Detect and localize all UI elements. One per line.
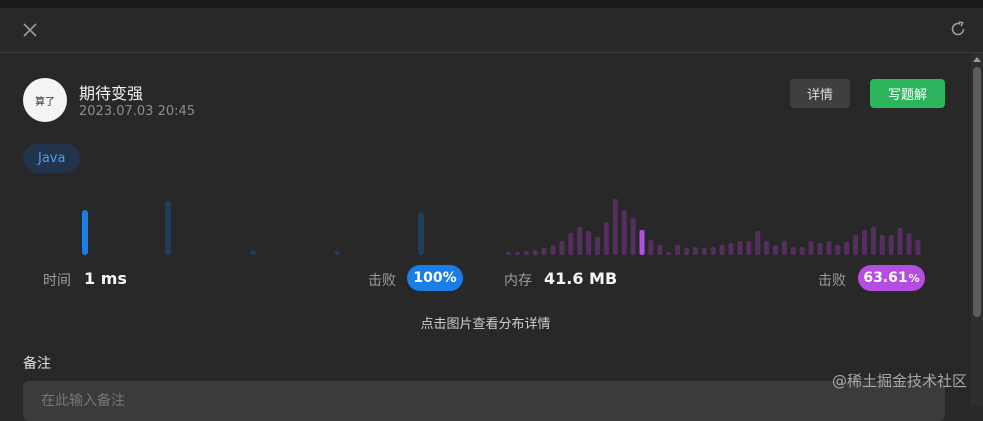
memory-beat-value: 63.61 [863,270,908,286]
username: 期待变强 [79,84,144,103]
memory-bar[interactable] [862,230,867,255]
memory-bar[interactable] [764,241,770,255]
memory-bar[interactable] [790,247,796,255]
notes-input[interactable] [23,381,945,421]
memory-bar[interactable] [773,245,778,255]
memory-bar[interactable] [568,233,574,255]
memory-bar[interactable] [701,248,707,255]
memory-bar[interactable] [675,245,681,255]
memory-beat-label: 击败 [818,273,846,289]
runtime-bar[interactable] [82,210,88,255]
memory-distribution-chart[interactable] [500,190,930,256]
memory-bar[interactable] [781,241,787,255]
memory-bar[interactable] [586,231,592,255]
memory-bar[interactable] [879,235,885,255]
memory-beat-unit: % [908,271,920,285]
memory-beat-badge: 63.61% [858,265,925,291]
memory-bar[interactable] [559,241,565,255]
memory-bar[interactable] [844,242,850,255]
memory-bar[interactable] [630,218,636,255]
memory-bar[interactable] [737,241,743,255]
memory-bar[interactable] [719,245,725,255]
memory-bar[interactable] [906,233,912,255]
memory-bar[interactable] [595,237,600,255]
scrollbar[interactable] [971,53,983,406]
runtime-label: 时间 [43,273,71,289]
memory-bar[interactable] [639,230,645,255]
runtime-bar[interactable] [418,212,424,255]
memory-bar[interactable] [577,227,583,255]
watermark: @稀土掘金技术社区 [831,372,967,390]
memory-bar[interactable] [728,243,734,255]
runtime-bar[interactable] [165,201,171,255]
memory-bar[interactable] [692,247,698,255]
submission-timestamp: 2023.07.03 20:45 [79,104,196,119]
memory-bar[interactable] [514,252,520,255]
memory-bar[interactable] [817,243,823,255]
language-tag: Java [23,144,81,173]
memory-label: 内存 [504,273,532,289]
memory-value: 41.6 MB [544,269,618,288]
detail-button[interactable]: 详情 [790,79,850,108]
memory-bar[interactable] [746,241,752,255]
memory-bar[interactable] [799,247,805,255]
memory-bar[interactable] [523,251,529,255]
runtime-distribution-chart[interactable] [40,190,470,256]
runtime-bar[interactable] [334,250,340,255]
write-solution-button[interactable]: 写题解 [870,79,945,108]
memory-bar[interactable] [666,252,672,255]
memory-bar[interactable] [888,235,894,255]
memory-bar[interactable] [915,240,921,255]
refresh-icon[interactable] [949,20,967,38]
memory-bar[interactable] [657,245,663,255]
avatar[interactable]: 算了 [23,78,67,122]
memory-bar[interactable] [808,241,814,255]
panel-header [0,8,983,53]
runtime-beat-badge: 100% [407,265,463,291]
notes-title: 备注 [23,356,51,372]
runtime-bar[interactable] [250,250,256,255]
memory-bar[interactable] [870,227,876,255]
memory-bar[interactable] [684,248,689,255]
memory-bar[interactable] [710,247,716,255]
close-icon[interactable] [20,20,40,40]
memory-bar[interactable] [506,252,511,255]
memory-bar[interactable] [648,240,654,255]
runtime-value: 1 ms [84,269,127,288]
memory-bar[interactable] [897,228,903,255]
memory-bar[interactable] [612,199,618,255]
memory-bar[interactable] [755,231,761,255]
memory-bar[interactable] [835,245,841,255]
scrollbar-thumb[interactable] [973,67,981,317]
memory-bar[interactable] [541,248,547,255]
memory-bar[interactable] [826,241,832,255]
memory-bar[interactable] [621,210,627,255]
scroll-up-arrow-icon[interactable] [973,57,981,62]
memory-bar[interactable] [550,245,556,255]
memory-bar[interactable] [603,222,609,255]
window-top-strip [0,0,983,8]
memory-bar[interactable] [853,235,859,255]
memory-bar[interactable] [532,250,538,255]
distribution-hint[interactable]: 点击图片查看分布详情 [0,313,971,332]
runtime-beat-label: 击败 [368,273,396,289]
